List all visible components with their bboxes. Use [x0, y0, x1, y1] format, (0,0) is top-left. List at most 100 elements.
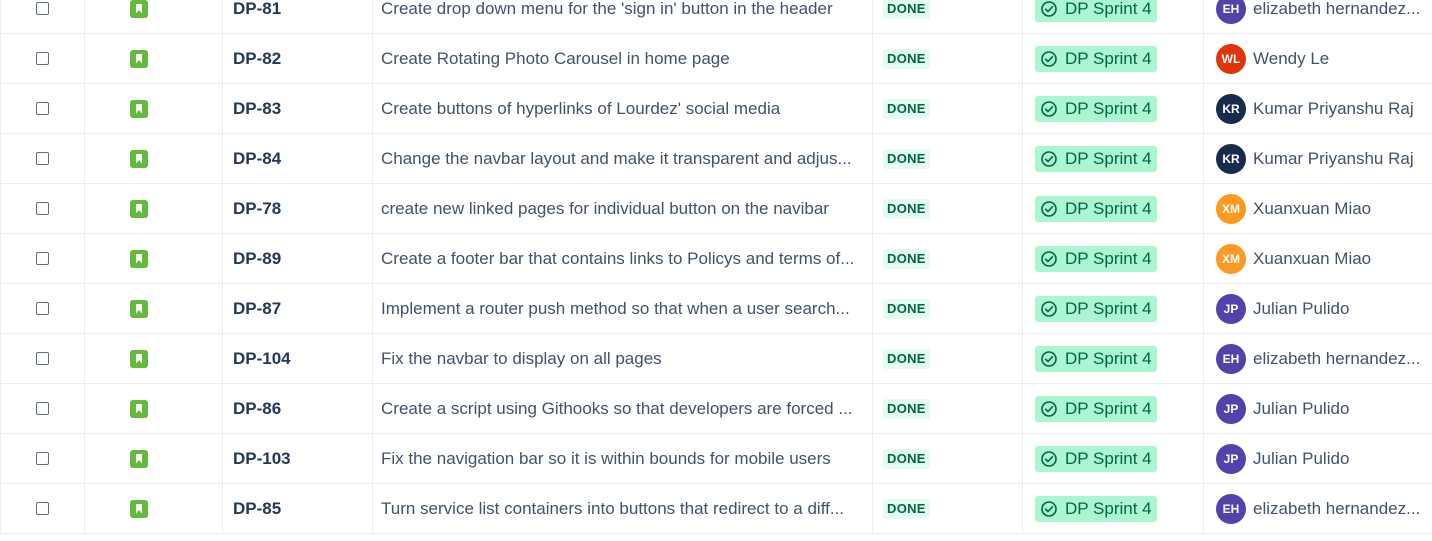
assignee-cell: KR Kumar Priyanshu Raj [1204, 84, 1430, 133]
sprint-label: DP Sprint 4 [1065, 98, 1152, 118]
select-cell [0, 34, 85, 83]
issue-key-link[interactable]: DP-89 [233, 249, 281, 269]
sprint-badge[interactable]: DP Sprint 4 [1035, 495, 1157, 522]
status-badge[interactable]: DONE [883, 348, 930, 369]
issue-summary-link[interactable]: Create Rotating Photo Carousel in home p… [381, 49, 864, 69]
issue-key-cell: DP-85 [223, 484, 373, 533]
avatar[interactable]: XM [1216, 243, 1246, 274]
sprint-badge[interactable]: DP Sprint 4 [1035, 45, 1157, 72]
check-circle-icon [1040, 300, 1058, 318]
status-badge[interactable]: DONE [883, 0, 930, 19]
sprint-cell: DP Sprint 4 [1023, 384, 1204, 433]
sprint-badge[interactable]: DP Sprint 4 [1035, 245, 1157, 272]
issues-table: DP-81 Create drop down menu for the 'sig… [0, 0, 1432, 534]
row-checkbox[interactable] [36, 2, 49, 15]
table-row[interactable]: DP-104 Fix the navbar to display on all … [0, 334, 1432, 384]
avatar[interactable]: WL [1216, 43, 1246, 74]
status-badge[interactable]: DONE [883, 198, 930, 219]
status-cell: DONE [873, 234, 1023, 283]
avatar[interactable]: JP [1216, 293, 1246, 324]
avatar[interactable]: KR [1216, 143, 1246, 174]
avatar[interactable]: EH [1216, 493, 1246, 524]
row-checkbox[interactable] [36, 52, 49, 65]
sprint-badge[interactable]: DP Sprint 4 [1035, 145, 1157, 172]
status-badge[interactable]: DONE [883, 498, 930, 519]
sprint-badge[interactable]: DP Sprint 4 [1035, 395, 1157, 422]
sprint-label: DP Sprint 4 [1065, 248, 1152, 268]
issue-key-link[interactable]: DP-82 [233, 49, 281, 69]
row-checkbox[interactable] [36, 402, 49, 415]
row-checkbox[interactable] [36, 152, 49, 165]
sprint-badge[interactable]: DP Sprint 4 [1035, 345, 1157, 372]
table-row[interactable]: DP-87 Implement a router push method so … [0, 284, 1432, 334]
issue-key-link[interactable]: DP-85 [233, 499, 281, 519]
table-row[interactable]: DP-83 Create buttons of hyperlinks of Lo… [0, 84, 1432, 134]
avatar[interactable]: XM [1216, 193, 1246, 224]
avatar[interactable]: JP [1216, 393, 1246, 424]
issue-summary-link[interactable]: create new linked pages for individual b… [381, 199, 864, 219]
row-checkbox[interactable] [36, 102, 49, 115]
status-badge[interactable]: DONE [883, 398, 930, 419]
issue-key-link[interactable]: DP-81 [233, 0, 281, 19]
sprint-badge[interactable]: DP Sprint 4 [1035, 445, 1157, 472]
sprint-badge[interactable]: DP Sprint 4 [1035, 195, 1157, 222]
avatar[interactable]: EH [1216, 0, 1246, 24]
status-badge[interactable]: DONE [883, 298, 930, 319]
issue-summary-link[interactable]: Create buttons of hyperlinks of Lourdez'… [381, 99, 864, 119]
issue-type-cell [85, 0, 223, 33]
story-icon [130, 0, 148, 18]
assignee-name: Kumar Priyanshu Raj [1253, 148, 1414, 168]
check-circle-icon [1040, 150, 1058, 168]
table-row[interactable]: DP-84 Change the navbar layout and make … [0, 134, 1432, 184]
issue-summary-link[interactable]: Change the navbar layout and make it tra… [381, 149, 864, 169]
table-row[interactable]: DP-81 Create drop down menu for the 'sig… [0, 0, 1432, 34]
issue-key-link[interactable]: DP-84 [233, 149, 281, 169]
row-checkbox[interactable] [36, 202, 49, 215]
table-row[interactable]: DP-78 create new linked pages for indivi… [0, 184, 1432, 234]
row-checkbox[interactable] [36, 452, 49, 465]
row-checkbox[interactable] [36, 302, 49, 315]
sprint-badge[interactable]: DP Sprint 4 [1035, 95, 1157, 122]
table-row[interactable]: DP-82 Create Rotating Photo Carousel in … [0, 34, 1432, 84]
avatar[interactable]: JP [1216, 443, 1246, 474]
assignee-cell: WL Wendy Le [1204, 34, 1430, 83]
issue-key-cell: DP-86 [223, 384, 373, 433]
status-cell: DONE [873, 84, 1023, 133]
status-badge[interactable]: DONE [883, 148, 930, 169]
issue-key-link[interactable]: DP-78 [233, 199, 281, 219]
issue-key-link[interactable]: DP-83 [233, 99, 281, 119]
assignee-name: Julian Pulido [1253, 398, 1350, 418]
issue-summary-link[interactable]: Turn service list containers into button… [381, 499, 864, 519]
issue-key-link[interactable]: DP-86 [233, 399, 281, 419]
issue-key-link[interactable]: DP-87 [233, 299, 281, 319]
avatar[interactable]: KR [1216, 93, 1246, 124]
issue-summary-link[interactable]: Implement a router push method so that w… [381, 299, 864, 319]
status-badge[interactable]: DONE [883, 98, 930, 119]
issue-type-cell [85, 184, 223, 233]
status-badge[interactable]: DONE [883, 448, 930, 469]
issue-summary-link[interactable]: Fix the navbar to display on all pages [381, 349, 864, 369]
avatar[interactable]: EH [1216, 343, 1246, 374]
sprint-badge[interactable]: DP Sprint 4 [1035, 295, 1157, 322]
table-row[interactable]: DP-89 Create a footer bar that contains … [0, 234, 1432, 284]
assignee-cell: EH elizabeth hernandez... [1204, 0, 1430, 33]
issue-summary-link[interactable]: Create a script using Githooks so that d… [381, 399, 864, 419]
sprint-cell: DP Sprint 4 [1023, 184, 1204, 233]
issue-summary-link[interactable]: Create drop down menu for the 'sign in' … [381, 0, 864, 19]
check-circle-icon [1040, 50, 1058, 68]
row-checkbox[interactable] [36, 352, 49, 365]
assignee-cell: EH elizabeth hernandez... [1204, 484, 1430, 533]
table-row[interactable]: DP-103 Fix the navigation bar so it is w… [0, 434, 1432, 484]
table-row[interactable]: DP-85 Turn service list containers into … [0, 484, 1432, 534]
status-badge[interactable]: DONE [883, 48, 930, 69]
issue-key-link[interactable]: DP-104 [233, 349, 291, 369]
issue-key-link[interactable]: DP-103 [233, 449, 291, 469]
status-badge[interactable]: DONE [883, 248, 930, 269]
row-checkbox[interactable] [36, 502, 49, 515]
table-row[interactable]: DP-86 Create a script using Githooks so … [0, 384, 1432, 434]
row-checkbox[interactable] [36, 252, 49, 265]
sprint-badge[interactable]: DP Sprint 4 [1035, 0, 1157, 22]
story-icon [130, 449, 148, 468]
issue-summary-link[interactable]: Create a footer bar that contains links … [381, 249, 864, 269]
issue-summary-link[interactable]: Fix the navigation bar so it is within b… [381, 449, 864, 469]
